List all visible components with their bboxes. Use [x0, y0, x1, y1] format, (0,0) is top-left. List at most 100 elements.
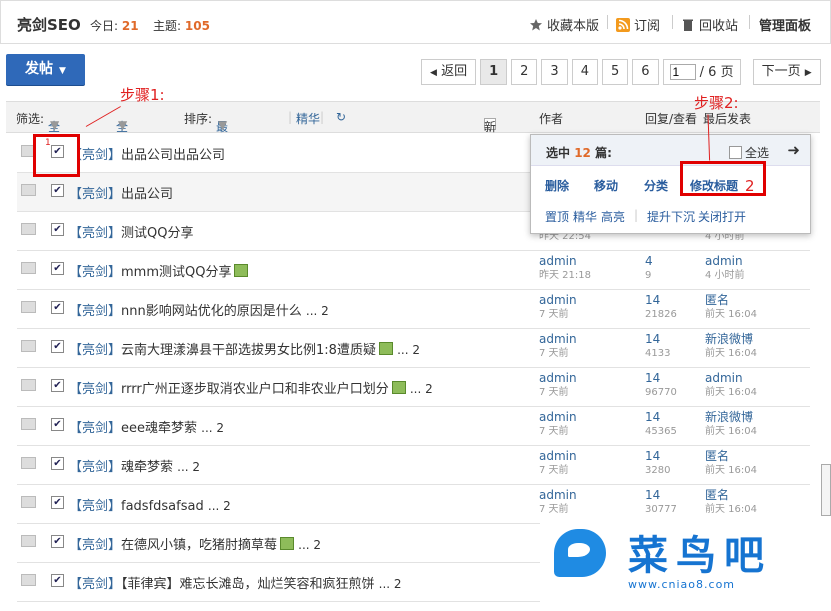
thread-page-links[interactable]: ... 2: [177, 460, 200, 474]
thread-row[interactable]: ✔ 【亮剑】nnn影响网站优化的原因是什么 ... 2 admin 7 天前 14 218…: [17, 290, 810, 329]
page-6[interactable]: 6: [632, 59, 659, 85]
page-1[interactable]: 1: [480, 59, 508, 85]
thread-title-text[interactable]: eee魂牵梦萦: [121, 421, 197, 436]
highlight-action[interactable]: 高亮: [601, 208, 625, 225]
back-button[interactable]: ◀ 返回: [421, 59, 477, 85]
author-name[interactable]: admin: [539, 488, 577, 502]
post-button[interactable]: 发帖 ▼: [6, 54, 85, 85]
page-4[interactable]: 4: [571, 59, 598, 85]
next-page-button[interactable]: 下一页 ▶: [752, 59, 821, 85]
last-time[interactable]: 4 小时前: [705, 270, 745, 281]
last-author[interactable]: 匿名: [705, 488, 729, 502]
favorite-link[interactable]: 收藏本版: [529, 15, 599, 34]
thread-checkbox[interactable]: ✔: [51, 340, 64, 353]
thread-title-text[interactable]: nnn影响网站优化的原因是什么: [121, 304, 302, 319]
thread-page-links[interactable]: ... 2: [410, 382, 433, 396]
thread-checkbox[interactable]: ✔: [51, 535, 64, 548]
thread-row[interactable]: ✔ 【亮剑】mmm测试QQ分享 admin 昨天 21:18 4 9 admin 4 小时前: [17, 251, 810, 290]
page-5[interactable]: 5: [601, 59, 629, 85]
author-name[interactable]: admin: [539, 410, 577, 424]
thread-prefix[interactable]: 【亮剑】: [69, 538, 121, 553]
page-2[interactable]: 2: [511, 59, 538, 85]
subscribe-link[interactable]: 订阅: [616, 15, 660, 34]
thread-prefix[interactable]: 【亮剑】: [69, 304, 121, 319]
thread-title[interactable]: 【亮剑】eee魂牵梦萦 ... 2: [69, 417, 224, 436]
thread-title[interactable]: 【亮剑】【菲律宾】难忘长滩岛，灿烂笑容和疯狂煎饼 ... 2: [69, 573, 402, 592]
thread-prefix[interactable]: 【亮剑】: [69, 343, 121, 358]
author-name[interactable]: admin: [539, 371, 577, 385]
bump-action[interactable]: 提升下沉: [647, 208, 695, 225]
thread-page-links[interactable]: ... 2: [379, 577, 402, 591]
thread-title-text[interactable]: 在德风小镇，吃猪肘摘草莓: [121, 538, 277, 553]
thread-checkbox[interactable]: ✔: [51, 184, 64, 197]
last-author[interactable]: admin: [705, 254, 743, 268]
thread-title-text[interactable]: 出品公司出品公司: [121, 148, 225, 163]
thread-title-text[interactable]: 测试QQ分享: [121, 226, 193, 241]
thread-checkbox[interactable]: ✔: [51, 574, 64, 587]
thread-row[interactable]: ✔ 【亮剑】fadsfdsafsad ... 2 admin 7 天前 14 30777 匿…: [17, 485, 810, 524]
thread-checkbox[interactable]: ✔: [51, 379, 64, 392]
select-all-checkbox[interactable]: [729, 146, 742, 159]
page-number-input[interactable]: [669, 64, 696, 80]
thread-row[interactable]: ✔ 【亮剑】eee魂牵梦萦 ... 2 admin 7 天前 14 45365 新浪微博 前天…: [17, 407, 810, 446]
thread-row[interactable]: ✔ 【亮剑】rrrr广州正逐步取消农业户口和非农业户口划分 ... 2 admin 7…: [17, 368, 810, 407]
thread-title[interactable]: 【亮剑】在德风小镇，吃猪肘摘草莓 ... 2: [69, 534, 321, 553]
thread-checkbox[interactable]: ✔: [51, 262, 64, 275]
thread-prefix[interactable]: 【亮剑】: [69, 265, 121, 280]
last-author[interactable]: 新浪微博: [705, 410, 753, 424]
author-name[interactable]: admin: [539, 332, 577, 346]
classify-action[interactable]: 分类: [644, 177, 668, 194]
thread-title-text[interactable]: 出品公司: [121, 187, 173, 202]
digest-filter[interactable]: 精华: [296, 110, 320, 127]
thread-title[interactable]: 【亮剑】mmm测试QQ分享: [69, 261, 249, 280]
recycle-link[interactable]: 回收站: [681, 15, 738, 34]
sticky-action[interactable]: 置顶: [545, 208, 569, 225]
thread-page-links[interactable]: ... 2: [298, 538, 321, 552]
thread-page-links[interactable]: ... 2: [306, 304, 329, 318]
digest-action[interactable]: 精华: [573, 208, 597, 225]
thread-title-text[interactable]: 云南大理漾濞县干部选拔男女比例1:8遭质疑: [121, 343, 376, 358]
author-name[interactable]: admin: [539, 449, 577, 463]
thread-title[interactable]: 【亮剑】出品公司出品公司: [69, 144, 225, 163]
thread-prefix[interactable]: 【亮剑】: [69, 577, 121, 592]
thread-title[interactable]: 【亮剑】nnn影响网站优化的原因是什么 ... 2: [69, 300, 329, 319]
page-3[interactable]: 3: [541, 59, 568, 85]
thread-title-text[interactable]: fadsfdsafsad: [121, 499, 204, 514]
scroll-handle[interactable]: [821, 464, 831, 516]
thread-checkbox[interactable]: ✔: [51, 457, 64, 470]
last-time[interactable]: 前天 16:04: [705, 426, 757, 437]
select-all-option[interactable]: 全选: [729, 144, 769, 161]
thread-title[interactable]: 【亮剑】魂牵梦萦 ... 2: [69, 456, 200, 475]
last-author[interactable]: admin: [705, 371, 743, 385]
author-name[interactable]: admin: [539, 293, 577, 307]
arrow-right-icon[interactable]: ➜: [787, 141, 800, 159]
admin-panel-link[interactable]: 管理面板: [759, 15, 811, 34]
thread-row[interactable]: ✔ 【亮剑】魂牵梦萦 ... 2 admin 7 天前 14 3280 匿名 前天 16:04: [17, 446, 810, 485]
thread-title[interactable]: 【亮剑】fadsfdsafsad ... 2: [69, 495, 231, 514]
thread-title-text[interactable]: 魂牵梦萦: [121, 460, 173, 475]
move-action[interactable]: 移动: [594, 177, 618, 194]
thread-checkbox[interactable]: ✔: [51, 301, 64, 314]
thread-page-links[interactable]: ... 2: [397, 343, 420, 357]
refresh-icon[interactable]: ↻: [336, 110, 346, 124]
last-time[interactable]: 前天 16:04: [705, 504, 757, 515]
thread-row[interactable]: ✔ 【亮剑】云南大理漾濞县干部选拔男女比例1:8遭质疑 ... 2 admin 7 天…: [17, 329, 810, 368]
last-time[interactable]: 前天 16:04: [705, 309, 757, 320]
last-time[interactable]: 前天 16:04: [705, 465, 757, 476]
thread-title[interactable]: 【亮剑】云南大理漾濞县干部选拔男女比例1:8遭质疑 ... 2: [69, 339, 420, 358]
thread-title[interactable]: 【亮剑】rrrr广州正逐步取消农业户口和非农业户口划分 ... 2: [69, 378, 433, 397]
delete-action[interactable]: 删除: [545, 177, 569, 194]
thread-title-text[interactable]: 【菲律宾】难忘长滩岛，灿烂笑容和疯狂煎饼: [121, 577, 375, 592]
thread-prefix[interactable]: 【亮剑】: [69, 187, 121, 202]
last-time[interactable]: 前天 16:04: [705, 348, 757, 359]
thread-title-text[interactable]: mmm测试QQ分享: [121, 265, 231, 280]
thread-checkbox[interactable]: ✔: [51, 418, 64, 431]
thread-title[interactable]: 【亮剑】出品公司: [69, 183, 173, 202]
last-author[interactable]: 新浪微博: [705, 332, 753, 346]
thread-prefix[interactable]: 【亮剑】: [69, 499, 121, 514]
thread-prefix[interactable]: 【亮剑】: [69, 382, 121, 397]
close-open-action[interactable]: 关闭打开: [698, 208, 746, 225]
thread-prefix[interactable]: 【亮剑】: [69, 226, 121, 241]
last-time[interactable]: 前天 16:04: [705, 387, 757, 398]
thread-prefix[interactable]: 【亮剑】: [69, 460, 121, 475]
